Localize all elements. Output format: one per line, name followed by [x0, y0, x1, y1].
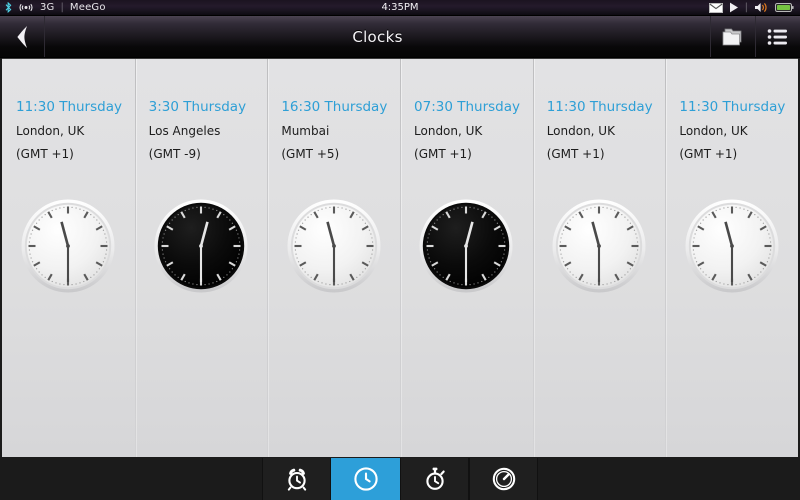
clock-london-3-wrapper	[533, 199, 666, 293]
clock-london-3-gmt-label: (GMT +1)	[546, 146, 605, 161]
timer-icon	[491, 466, 517, 492]
clock-los-angeles-face	[154, 199, 248, 293]
clock-mumbai-city-label: Mumbai	[281, 123, 330, 138]
clock-column-3[interactable]: 16:30 Thursday Mumbai (GMT +5)	[267, 59, 400, 457]
clock-london-4-city-label: London, UK	[679, 123, 748, 138]
clock-columns-panel: 11:30 Thursday London, UK (GMT +1) 3:30 …	[2, 58, 798, 457]
play-icon[interactable]	[729, 2, 739, 13]
tab-stopwatch[interactable]	[400, 458, 469, 500]
cellular-signal-icon	[18, 2, 34, 13]
clock-london-2-gmt-label: (GMT +1)	[414, 146, 472, 161]
clock-london-1-face	[21, 199, 115, 293]
status-bar-right: |	[708, 1, 800, 13]
status-clock-label: 4:35PM	[381, 2, 419, 13]
world-clock-icon	[352, 465, 380, 493]
clock-london-4-wrapper	[665, 199, 798, 293]
tab-world-clock[interactable]	[331, 458, 400, 500]
title-bar: Clocks	[0, 16, 800, 58]
tab-timer[interactable]	[469, 458, 538, 500]
clock-london-1-time-label: 11:30 Thursday	[16, 99, 122, 115]
clock-mumbai-wrapper	[267, 199, 400, 293]
speaker-icon[interactable]	[754, 2, 769, 13]
stopwatch-icon	[422, 466, 448, 492]
clock-mumbai-gmt-label: (GMT +5)	[281, 146, 340, 161]
carrier-label: MeeGo	[69, 1, 106, 13]
clock-london-1-wrapper	[2, 199, 135, 293]
clock-column-1[interactable]: 11:30 Thursday London, UK (GMT +1)	[2, 59, 135, 457]
tab-alarm-clock[interactable]	[262, 458, 331, 500]
clock-column-2[interactable]: 3:30 Thursday Los Angeles (GMT -9)	[134, 59, 268, 457]
clock-london-4-face	[685, 199, 779, 293]
bluetooth-icon	[5, 2, 12, 13]
status-bar: 3G | MeeGo | 4:35PM	[0, 0, 800, 16]
battery-icon[interactable]	[775, 2, 794, 13]
status-bar-left: 3G | MeeGo	[0, 2, 106, 13]
clock-london-1-city-label: London, UK	[16, 123, 85, 138]
back-button[interactable]	[0, 16, 45, 57]
clock-london-4-gmt-label: (GMT +1)	[679, 146, 738, 161]
clock-london-3-time-label: 11:30 Thursday	[546, 99, 653, 115]
clock-london-4-time-label: 11:30 Thursday	[679, 99, 786, 115]
alarm-clock-icon	[284, 466, 310, 492]
clock-london-3-city-label: London, UK	[546, 123, 615, 138]
clock-los-angeles-gmt-label: (GMT -9)	[148, 146, 201, 161]
network-type-label: 3G	[40, 1, 55, 13]
clock-mumbai-face	[287, 199, 381, 293]
clock-london-2-city-label: London, UK	[414, 123, 483, 138]
clock-column-5[interactable]: 11:30 Thursday London, UK (GMT +1)	[532, 59, 666, 457]
clock-london-2-face	[419, 199, 513, 293]
folder-icon	[722, 27, 744, 47]
menu-button[interactable]	[755, 16, 800, 57]
clock-column-6[interactable]: 11:30 Thursday London, UK (GMT +1)	[665, 59, 798, 457]
status-bar-center: 4:35PM	[0, 0, 800, 16]
clock-los-angeles-wrapper	[135, 199, 268, 293]
clock-los-angeles-time-label: 3:30 Thursday	[148, 99, 247, 115]
meego-clocks-screen: 3G | MeeGo | 4:35PM Clocks 11:30 Thursda…	[0, 0, 800, 500]
back-arrow-icon	[15, 25, 30, 49]
status-divider: |	[744, 1, 748, 13]
clock-column-4[interactable]: 07:30 Thursday London, UK (GMT +1)	[400, 59, 533, 457]
clock-london-3-face	[552, 199, 646, 293]
status-separator: |	[60, 1, 64, 13]
envelope-icon[interactable]	[708, 2, 723, 13]
clock-london-2-wrapper	[400, 199, 533, 293]
clocks-content-area: 11:30 Thursday London, UK (GMT +1) 3:30 …	[0, 58, 800, 458]
clock-london-1-gmt-label: (GMT +1)	[16, 146, 74, 161]
page-title: Clocks	[352, 27, 403, 46]
clock-los-angeles-city-label: Los Angeles	[148, 123, 221, 138]
menu-list-icon	[767, 28, 789, 46]
clock-london-2-time-label: 07:30 Thursday	[414, 99, 520, 115]
bottom-tab-bar	[0, 458, 800, 500]
clock-mumbai-time-label: 16:30 Thursday	[281, 99, 388, 115]
folder-button[interactable]	[710, 16, 755, 57]
